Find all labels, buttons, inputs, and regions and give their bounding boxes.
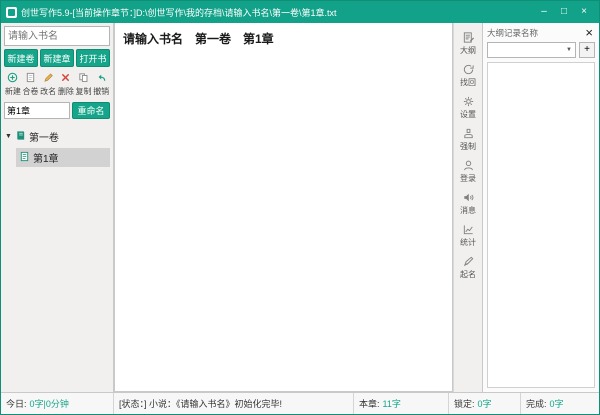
tool-label: 撤销: [93, 86, 109, 97]
strip-item-naming[interactable]: 起名: [460, 255, 476, 280]
outline-panel-controls: ▼ +: [483, 41, 599, 62]
app-window: 创世写作5.9-[当前操作章节：]D:\创世写作\我的存档\请输入书名\第一卷\…: [0, 0, 600, 415]
rename-row: 重命名: [4, 102, 110, 119]
undo-icon: [96, 72, 107, 85]
tool-rename[interactable]: 改名: [39, 71, 57, 98]
main-area: 新建卷 新建章 打开书 新建 合卷 改名 删: [1, 23, 599, 392]
strip-item-outline[interactable]: 大纲: [460, 31, 476, 56]
new-icon: [7, 72, 18, 85]
delete-icon: [60, 72, 71, 85]
strip-label: 统计: [460, 237, 476, 248]
tree-volume-row[interactable]: ▼ 第一卷: [4, 127, 110, 146]
strip-item-settings[interactable]: 设置: [460, 95, 476, 120]
status-chapter-words: 本章: 11字: [354, 393, 449, 414]
pen-icon: [462, 255, 475, 268]
strip-item-force[interactable]: 强制: [460, 127, 476, 152]
book-name-input[interactable]: [4, 26, 110, 46]
status-done-words: 完成: 0字: [521, 393, 599, 414]
tool-label: 合卷: [23, 86, 39, 97]
tool-label: 改名: [40, 86, 56, 97]
tool-undo[interactable]: 撤销: [92, 71, 110, 98]
status-chapter-label: 本章:: [359, 397, 380, 410]
expand-arrow-icon[interactable]: ▼: [5, 133, 12, 140]
tool-copy[interactable]: 复制: [75, 71, 93, 98]
status-today: 今日: 0字|0分钟: [1, 393, 114, 414]
tree-chapter-row-selected[interactable]: 第1章: [16, 148, 110, 167]
tool-merge-volume[interactable]: 合卷: [22, 71, 40, 98]
status-chapter-value: 11字: [383, 397, 401, 410]
sidebar-button-row: 新建卷 新建章 打开书: [4, 49, 110, 67]
strip-item-stats[interactable]: 统计: [460, 223, 476, 248]
tool-delete[interactable]: 删除: [57, 71, 75, 98]
new-chapter-button[interactable]: 新建章: [40, 49, 74, 67]
status-locked-words: 锁定: 0字: [449, 393, 521, 414]
right-icon-strip: 大纲 找回 设置 强制 登录 消息: [453, 23, 482, 392]
minimize-button[interactable]: –: [534, 4, 554, 20]
app-icon: [6, 7, 17, 18]
status-done-value: 0字: [550, 397, 564, 410]
strip-item-message[interactable]: 消息: [460, 191, 476, 216]
strip-label: 登录: [460, 173, 476, 184]
strip-label: 起名: [460, 269, 476, 280]
book-tree: ▼ 第一卷 第1章: [4, 127, 110, 167]
window-controls: – □ ×: [534, 4, 594, 20]
volume-icon: [15, 130, 26, 144]
strip-label: 找回: [460, 77, 476, 88]
gear-icon: [462, 95, 475, 108]
copy-icon: [78, 72, 89, 85]
status-locked-label: 锁定:: [454, 397, 475, 410]
tree-chapter-label: 第1章: [33, 150, 59, 165]
open-book-button[interactable]: 打开书: [76, 49, 110, 67]
outline-icon: [462, 31, 475, 44]
rename-button[interactable]: 重命名: [72, 102, 110, 119]
tool-label: 复制: [76, 86, 92, 97]
strip-label: 强制: [460, 141, 476, 152]
strip-label: 消息: [460, 205, 476, 216]
status-message-text: [状态：] 小说：《请输入书名》初始化完毕!: [119, 397, 282, 410]
new-volume-button[interactable]: 新建卷: [4, 49, 38, 67]
outline-panel: 大纲记录名称 × ▼ +: [482, 23, 599, 392]
status-today-value: 0字|0分钟: [30, 397, 69, 410]
merge-volume-icon: [25, 72, 36, 85]
strip-label: 大纲: [460, 45, 476, 56]
editor-title: 请输入书名 第一卷 第1章: [115, 23, 452, 51]
tool-new[interactable]: 新建: [4, 71, 22, 98]
outline-record-list[interactable]: [487, 62, 595, 388]
status-locked-value: 0字: [478, 397, 492, 410]
chevron-down-icon: ▼: [566, 47, 572, 53]
window-title: 创世写作5.9-[当前操作章节：]D:\创世写作\我的存档\请输入书名\第一卷\…: [21, 6, 530, 19]
sidebar: 新建卷 新建章 打开书 新建 合卷 改名 删: [1, 23, 114, 392]
tool-label: 删除: [58, 86, 74, 97]
statusbar: 今日: 0字|0分钟 [状态：] 小说：《请输入书名》初始化完毕! 本章: 11…: [1, 392, 599, 414]
tool-label: 新建: [5, 86, 21, 97]
chapter-name-input[interactable]: [4, 102, 70, 119]
titlebar: 创世写作5.9-[当前操作章节：]D:\创世写作\我的存档\请输入书名\第一卷\…: [1, 1, 599, 23]
status-today-label: 今日:: [6, 397, 27, 410]
outline-record-dropdown[interactable]: ▼: [487, 42, 576, 58]
strip-item-login[interactable]: 登录: [460, 159, 476, 184]
chapter-icon: [19, 151, 30, 165]
stamp-icon: [462, 127, 475, 140]
rename-icon: [43, 72, 54, 85]
editor-pane: 请输入书名 第一卷 第1章: [114, 23, 453, 392]
chart-icon: [462, 223, 475, 236]
strip-label: 设置: [460, 109, 476, 120]
close-button[interactable]: ×: [574, 4, 594, 20]
outline-panel-title: 大纲记录名称: [487, 27, 538, 39]
user-icon: [462, 159, 475, 172]
status-done-label: 完成:: [526, 397, 547, 410]
tree-volume-label: 第一卷: [29, 129, 59, 144]
strip-item-retrieve[interactable]: 找回: [460, 63, 476, 88]
add-outline-button[interactable]: +: [579, 42, 595, 58]
editor-text-area[interactable]: [115, 51, 452, 391]
sidebar-toolbar: 新建 合卷 改名 删除 复制: [4, 71, 110, 98]
maximize-button[interactable]: □: [554, 4, 574, 20]
status-message: [状态：] 小说：《请输入书名》初始化完毕!: [114, 393, 354, 414]
retrieve-icon: [462, 63, 475, 76]
outline-panel-header: 大纲记录名称 ×: [483, 23, 599, 41]
speaker-icon: [462, 191, 475, 204]
panel-close-icon[interactable]: ×: [583, 26, 595, 39]
